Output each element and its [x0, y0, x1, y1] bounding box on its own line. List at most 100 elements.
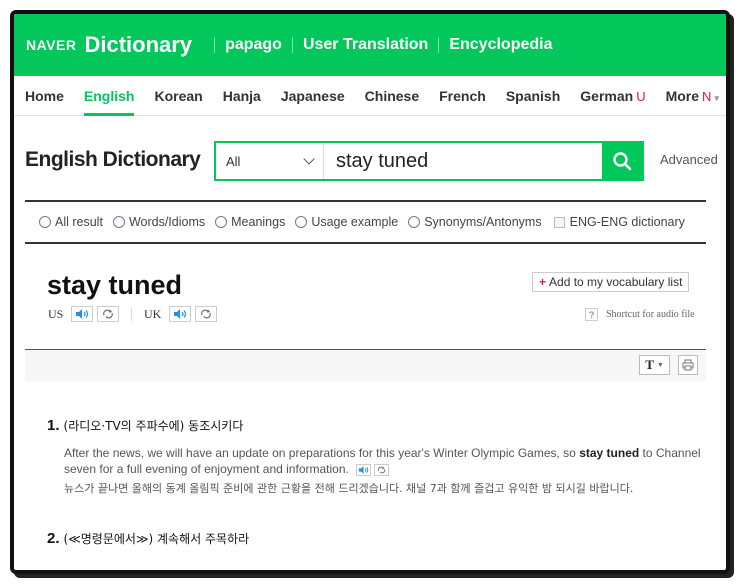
- top-nav-bar: NAVER Dictionary papago User Translation…: [14, 14, 726, 76]
- font-icon: T: [645, 357, 654, 372]
- tab-label: More: [665, 87, 700, 104]
- nav-link-user-translation[interactable]: User Translation: [303, 36, 428, 54]
- repeat-audio-uk-button[interactable]: [195, 306, 218, 322]
- speaker-icon: [174, 309, 187, 319]
- meaning-text: (라디오·TV의 주파수에) 동조시키다: [63, 419, 244, 433]
- print-button[interactable]: [678, 355, 698, 375]
- filter-synonyms-antonyms[interactable]: Synonyms/Antonyms: [408, 215, 542, 229]
- tab-korean[interactable]: Korean: [154, 76, 202, 116]
- tab-chinese[interactable]: Chinese: [365, 76, 419, 116]
- repeat-example-audio-button[interactable]: [374, 463, 390, 476]
- repeat-icon: [201, 309, 212, 319]
- radio-button[interactable]: [112, 216, 125, 228]
- help-icon: ?: [585, 308, 598, 321]
- filter-label: Synonyms/Antonyms: [424, 215, 542, 229]
- tab-label: English: [83, 87, 135, 104]
- filter-usage-example[interactable]: Usage example: [295, 215, 398, 229]
- search-box: All: [214, 141, 644, 181]
- font-size-button[interactable]: T ▼: [639, 355, 670, 375]
- checkbox[interactable]: [553, 216, 565, 228]
- search-scope-select[interactable]: All: [216, 143, 324, 179]
- tab-label: French: [439, 87, 486, 104]
- caret-down-icon: ▼: [656, 361, 664, 369]
- filter-label: Usage example: [311, 215, 399, 229]
- meaning-text: (≪명령문에서≫) 계속해서 주목하라: [63, 532, 250, 546]
- radio-button[interactable]: [39, 216, 51, 228]
- speaker-icon: [358, 465, 369, 474]
- tab-label: Korean: [154, 87, 203, 104]
- tab-home[interactable]: Home: [25, 76, 64, 116]
- language-tabs: Home English Korean Hanja Japanese Chine…: [14, 76, 726, 116]
- tab-label: German: [580, 87, 634, 104]
- filter-label: ENG-ENG dictionary: [569, 215, 685, 229]
- tab-more[interactable]: More N ▾: [666, 76, 719, 116]
- naver-logo[interactable]: NAVER: [26, 37, 76, 53]
- tab-french[interactable]: French: [439, 76, 486, 116]
- play-example-audio-button[interactable]: [356, 463, 372, 476]
- meaning-item: 2. (≪명령문에서≫) 계속해서 주목하라: [47, 530, 249, 547]
- nav-link-papago[interactable]: papago: [225, 36, 282, 54]
- example-sentence-ko: 뉴스가 끝나면 올해의 동계 올림픽 준비에 관한 근황을 전해 드리겠습니다.…: [64, 482, 634, 495]
- play-audio-uk-button[interactable]: [169, 306, 192, 322]
- shortcut-label: Shortcut for audio file: [606, 309, 695, 320]
- tab-label: Chinese: [364, 87, 420, 104]
- add-vocabulary-label: Add to my vocabulary list: [549, 275, 683, 289]
- advanced-search-link[interactable]: Advanced: [660, 152, 718, 167]
- filter-meanings[interactable]: Meanings: [215, 215, 285, 229]
- nav-link-encyclopedia[interactable]: Encyclopedia: [449, 36, 552, 54]
- tab-german[interactable]: German U: [580, 76, 645, 116]
- example-audio-controls: [356, 463, 392, 476]
- plus-icon: +: [539, 275, 547, 289]
- radio-button[interactable]: [215, 216, 228, 228]
- meaning-number: 1.: [47, 417, 60, 434]
- radio-button[interactable]: [408, 216, 421, 228]
- play-audio-us-button[interactable]: [71, 306, 94, 322]
- result-filter-bar: All result Words/Idioms Meanings Usage e…: [25, 200, 706, 244]
- radio-button[interactable]: [295, 216, 308, 228]
- search-row: English Dictionary All Advanced: [14, 138, 726, 186]
- example-sentence-en: After the news, we will have an update o…: [64, 445, 704, 477]
- tab-english[interactable]: English: [83, 76, 135, 116]
- tab-label: Spanish: [505, 87, 561, 104]
- filter-all-result[interactable]: All result: [39, 215, 103, 229]
- search-icon: [613, 152, 632, 171]
- repeat-audio-us-button[interactable]: [97, 306, 120, 322]
- pronunciation-us: US: [48, 306, 123, 322]
- tab-spanish[interactable]: Spanish: [506, 76, 560, 116]
- filter-eng-eng-dictionary[interactable]: ENG-ENG dictionary: [553, 215, 685, 229]
- repeat-icon: [103, 309, 114, 319]
- example-highlight: stay tuned: [579, 446, 640, 460]
- caret-down-icon: ▾: [714, 92, 719, 103]
- filter-words-idioms[interactable]: Words/Idioms: [112, 215, 206, 229]
- audio-shortcut-help[interactable]: ? Shortcut for audio file: [585, 308, 695, 321]
- dictionary-title[interactable]: Dictionary: [84, 32, 192, 58]
- entry-headword: stay tuned: [47, 270, 183, 300]
- search-button[interactable]: [602, 141, 642, 181]
- tab-label: Hanja: [222, 87, 261, 104]
- pron-divider: [131, 307, 132, 321]
- nav-divider: [438, 37, 440, 53]
- filter-label: All result: [55, 215, 103, 229]
- entry-toolbar: T ▼: [25, 349, 706, 381]
- update-badge: U: [636, 88, 646, 104]
- tab-japanese[interactable]: Japanese: [281, 76, 345, 116]
- pron-label-uk: UK: [144, 306, 162, 321]
- filter-label: Meanings: [231, 215, 286, 229]
- chevron-down-icon: [303, 153, 315, 165]
- print-icon: [682, 359, 694, 371]
- example-text: After the news, we will have an update o…: [64, 446, 580, 460]
- search-input[interactable]: [324, 143, 618, 179]
- nav-divider: [291, 37, 293, 53]
- meaning-number: 2.: [47, 530, 60, 547]
- nav-divider: [214, 37, 216, 53]
- pronunciation-uk: UK: [144, 306, 221, 322]
- filter-label: Words/Idioms: [128, 215, 206, 229]
- page-frame: NAVER Dictionary papago User Translation…: [10, 10, 730, 574]
- speaker-icon: [76, 309, 89, 319]
- meaning-item: 1. (라디오·TV의 주파수에) 동조시키다: [47, 417, 243, 434]
- add-vocabulary-button[interactable]: + Add to my vocabulary list: [532, 272, 690, 292]
- new-badge: N: [702, 88, 712, 104]
- tab-hanja[interactable]: Hanja: [223, 76, 261, 116]
- page-title: English Dictionary: [25, 148, 201, 171]
- tab-label: Home: [25, 87, 64, 104]
